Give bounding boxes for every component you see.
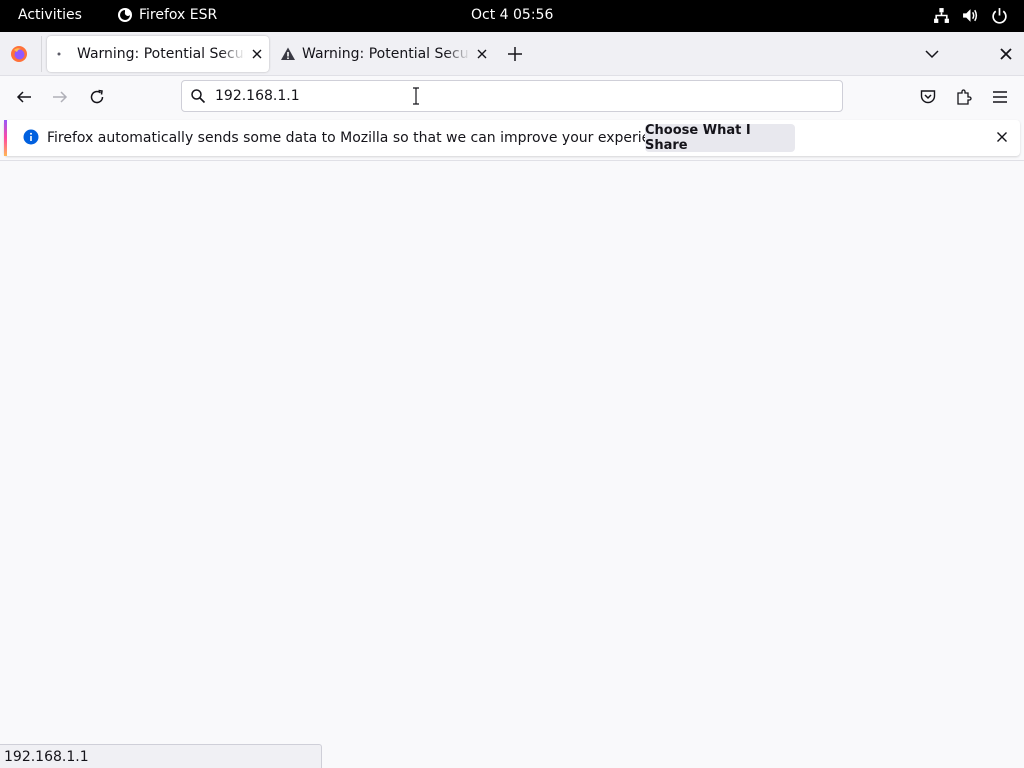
window-close-icon[interactable] [997,45,1015,63]
pocket-icon [920,90,936,104]
reload-icon [90,89,104,104]
back-button[interactable] [13,86,35,108]
info-icon [23,129,39,145]
content-divider [0,160,1024,161]
warning-icon [280,46,296,62]
navigation-toolbar: 192.168.1.1 [0,76,1024,118]
tab-separator [41,36,42,72]
firefox-view-icon[interactable] [10,45,28,63]
gnome-top-bar: Activities Firefox ESR Oct 4 05:56 [0,0,1024,32]
list-all-tabs-chevron-icon[interactable] [922,44,942,64]
address-bar-input[interactable]: 192.168.1.1 [215,88,300,104]
tab-strip: Warning: Potential Security Risk Ahead W… [0,32,1024,76]
search-icon [191,89,206,104]
data-reporting-notification: Firefox automatically sends some data to… [4,120,1020,156]
new-tab-plus-icon[interactable] [505,44,525,64]
pocket-button[interactable] [917,86,939,108]
system-tray[interactable] [933,7,1008,24]
status-panel: 192.168.1.1 [0,744,322,768]
tab-close-icon[interactable] [249,46,265,62]
network-icon[interactable] [933,7,950,24]
forward-button[interactable] [49,86,71,108]
tab-security-warning-1[interactable]: Warning: Potential Security Risk Ahead [47,36,269,72]
text-cursor-icon [413,87,419,105]
tab-title: Warning: Potential Security Risk Ahead [302,46,470,62]
hamburger-menu-icon [993,91,1007,103]
tab-title: Warning: Potential Security Risk Ahead [77,46,245,62]
forward-arrow-icon [53,91,68,103]
clock[interactable]: Oct 4 05:56 [471,7,553,23]
power-icon[interactable] [991,7,1008,24]
back-arrow-icon [16,91,31,103]
app-menu[interactable]: Firefox ESR [117,7,217,23]
volume-icon[interactable] [962,7,979,24]
address-bar[interactable]: 192.168.1.1 [181,80,843,112]
extensions-button[interactable] [953,86,975,108]
app-name: Firefox ESR [139,7,218,23]
choose-what-i-share-button[interactable]: Choose What I Share [645,123,795,153]
reload-button[interactable] [86,86,108,108]
loading-dot-icon [55,46,71,62]
notification-close-icon[interactable] [994,129,1010,145]
puzzle-piece-icon [957,89,972,105]
app-menu-button[interactable] [989,86,1011,108]
tab-security-warning-2[interactable]: Warning: Potential Security Risk Ahead [272,36,494,72]
firefox-app-icon [118,8,132,22]
notification-message: Firefox automatically sends some data to… [47,130,680,146]
activities-button[interactable]: Activities [18,7,82,23]
tab-close-icon[interactable] [474,46,490,62]
